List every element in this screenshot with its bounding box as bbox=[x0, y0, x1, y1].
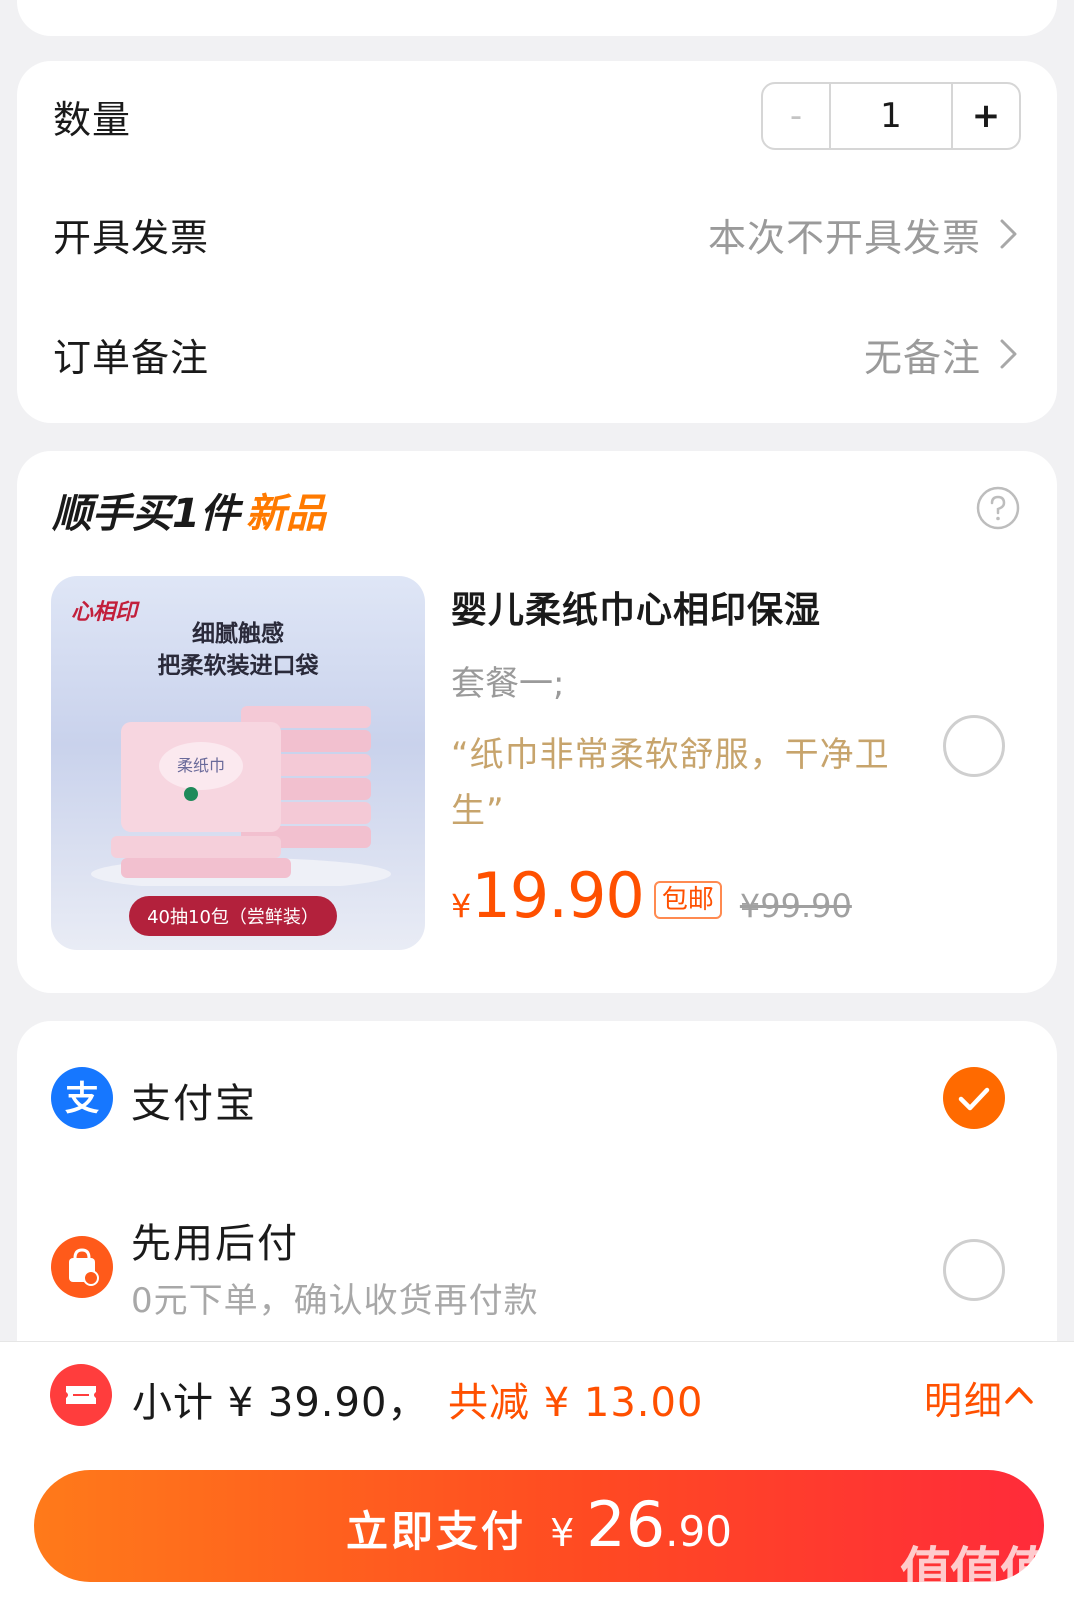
quantity-minus-button[interactable]: - bbox=[763, 84, 829, 148]
quantity-input[interactable]: 1 bbox=[829, 84, 953, 148]
payment-method-card: 支 支付宝 先用后付 0元下单，确认收货再付款 bbox=[17, 1021, 1057, 1341]
product-spec: 套餐一; bbox=[451, 664, 565, 704]
watermark-url: zhizhizhi.com bbox=[931, 1588, 1040, 1602]
pay-button-label: 立即支付 bbox=[346, 1507, 527, 1556]
alipay-icon: 支 bbox=[51, 1067, 113, 1129]
pay-button-amount-dec: .90 bbox=[665, 1507, 732, 1556]
quantity-plus-button[interactable]: + bbox=[953, 84, 1019, 148]
addon-title-main: 顺手买1件 bbox=[52, 491, 240, 537]
order-options-card: 数量 - 1 + 开具发票 本次不开具发票 订单备注 无备注 bbox=[17, 61, 1057, 423]
addon-title-tag: 新品 bbox=[245, 491, 326, 537]
pay-later-label[interactable]: 先用后付 bbox=[131, 1211, 299, 1269]
chevron-right-icon bbox=[1000, 339, 1017, 369]
note-row[interactable]: 订单备注 无备注 bbox=[17, 299, 1057, 409]
pay-later-description: 0元下单，确认收货再付款 bbox=[131, 1281, 539, 1321]
previous-card bbox=[17, 0, 1057, 36]
help-icon[interactable] bbox=[975, 485, 1021, 531]
alipay-label[interactable]: 支付宝 bbox=[131, 1071, 257, 1129]
subtotal-text: 小计 ¥ 39.90， bbox=[132, 1380, 429, 1426]
free-shipping-badge: 包邮 bbox=[653, 880, 722, 919]
pay-later-radio[interactable] bbox=[943, 1239, 1005, 1301]
price-currency: ¥ bbox=[451, 887, 472, 925]
addon-title: 顺手买1件 新品 bbox=[52, 481, 326, 539]
addon-card: 顺手买1件 新品 心相印 细腻触感 把柔软装进口袋 柔纸巾 40抽10包（尝鲜装） bbox=[17, 451, 1057, 993]
coupon-icon bbox=[50, 1364, 112, 1426]
pay-now-button[interactable]: 立即支付 ¥ 26 .90 bbox=[34, 1470, 1044, 1582]
svg-text:支: 支 bbox=[65, 1079, 99, 1119]
svg-text:柔纸巾: 柔纸巾 bbox=[177, 756, 225, 775]
image-headline: 细腻触感 把柔软装进口袋 bbox=[157, 621, 319, 679]
alipay-selected-check[interactable] bbox=[943, 1067, 1005, 1129]
product-review: “纸巾非常柔软舒服，干净卫生” bbox=[451, 735, 890, 831]
check-icon bbox=[958, 1087, 990, 1111]
price-value: 19.90 bbox=[471, 859, 644, 932]
invoice-value: 本次不开具发票 bbox=[707, 215, 981, 260]
pay-later-icon bbox=[51, 1236, 113, 1298]
chevron-up-icon[interactable] bbox=[1004, 1384, 1034, 1406]
price-row: ¥ 19.90 包邮 ¥99.90 bbox=[451, 859, 852, 932]
quantity-label: 数量 bbox=[53, 97, 132, 142]
pay-button-amount-int: 26 bbox=[586, 1488, 666, 1561]
product-name[interactable]: 婴儿柔纸巾心相印保湿 bbox=[451, 581, 821, 633]
image-badge: 40抽10包（尝鲜装） bbox=[129, 896, 337, 936]
discount-text: 共减 ¥ 13.00 bbox=[448, 1380, 704, 1426]
addon-select-radio[interactable] bbox=[943, 715, 1005, 777]
note-value: 无备注 bbox=[863, 335, 981, 380]
product-image[interactable]: 心相印 细腻触感 把柔软装进口袋 柔纸巾 40抽10包（尝鲜装） bbox=[51, 576, 425, 950]
invoice-label: 开具发票 bbox=[53, 215, 210, 260]
original-price: ¥99.90 bbox=[739, 887, 852, 925]
note-label: 订单备注 bbox=[53, 335, 210, 380]
tissue-packs-illustration: 柔纸巾 bbox=[91, 706, 391, 886]
pay-button-currency: ¥ bbox=[550, 1511, 575, 1555]
quantity-stepper: - 1 + bbox=[761, 82, 1021, 150]
quantity-row: 数量 - 1 + bbox=[17, 61, 1057, 171]
detail-link[interactable]: 明细 bbox=[924, 1370, 1004, 1425]
chevron-right-icon bbox=[1000, 219, 1017, 249]
invoice-row[interactable]: 开具发票 本次不开具发票 bbox=[17, 179, 1057, 289]
